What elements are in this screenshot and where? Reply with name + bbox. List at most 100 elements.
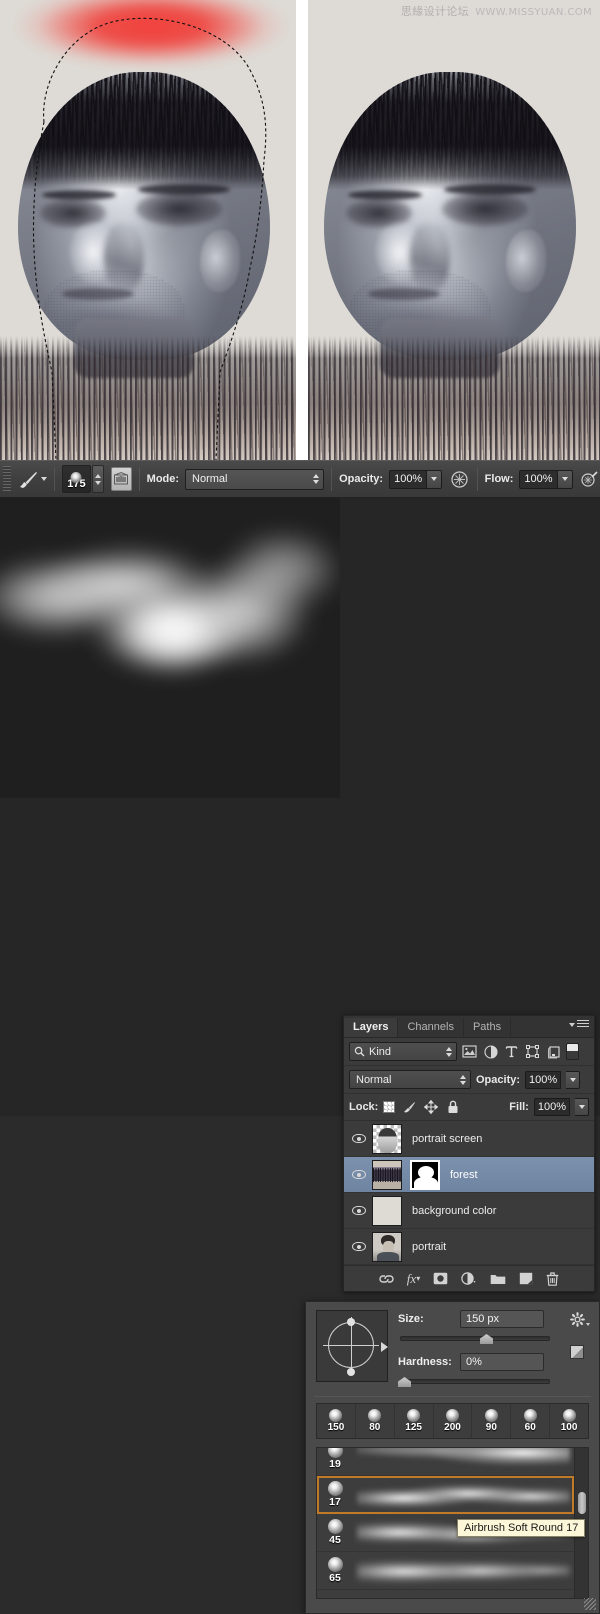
eye-icon	[352, 1170, 366, 1179]
opacity-field-group[interactable]: 100%	[389, 469, 443, 489]
filter-toggle-switch[interactable]	[566, 1043, 579, 1060]
preset-cell[interactable]: 80	[356, 1404, 395, 1438]
table-row[interactable]: portrait	[344, 1229, 594, 1265]
add-layer-mask-icon[interactable]	[433, 1272, 448, 1285]
tab-layers[interactable]: Layers	[344, 1018, 399, 1037]
preset-cell[interactable]: 90	[472, 1404, 512, 1438]
new-layer-icon[interactable]	[519, 1272, 533, 1285]
tab-paths[interactable]: Paths	[464, 1018, 512, 1037]
layer-opacity-dropdown[interactable]	[566, 1070, 581, 1089]
brush-stroke-preview	[353, 1592, 574, 1599]
new-group-icon[interactable]	[490, 1273, 506, 1285]
layers-panel[interactable]: Layers Channels Paths Kind Normal Opacit…	[343, 1015, 595, 1292]
table-row[interactable]: background color	[344, 1193, 594, 1229]
brush-size-slider[interactable]	[400, 1331, 550, 1345]
layer-visibility-toggle[interactable]	[346, 1134, 372, 1143]
layer-visibility-toggle[interactable]	[346, 1242, 372, 1251]
layer-list[interactable]: portrait screen forest background color	[344, 1121, 594, 1265]
fill-value[interactable]: 100%	[533, 1098, 570, 1116]
layer-opacity-value[interactable]: 100%	[525, 1070, 562, 1089]
brush-hardness-input[interactable]: 0%	[460, 1353, 544, 1371]
tablet-pressure-opacity-icon[interactable]	[449, 467, 470, 491]
brush-size-label: 65	[329, 1572, 341, 1585]
brush-hardness-slider[interactable]	[398, 1374, 550, 1388]
layer-style-fx-icon[interactable]: fx ▾	[407, 1271, 420, 1287]
brush-size-stepper[interactable]	[92, 465, 104, 493]
brush-stroke-preview	[353, 1448, 574, 1474]
smart-object-filter-icon[interactable]	[545, 1043, 562, 1060]
list-item[interactable]: 65	[317, 1552, 574, 1590]
layer-mask-preview[interactable]	[0, 498, 340, 798]
scrollbar-thumb[interactable]	[578, 1492, 586, 1514]
eye-icon	[352, 1206, 366, 1215]
new-fill-adjustment-icon[interactable]	[461, 1272, 477, 1285]
airbrush-icon[interactable]	[579, 467, 600, 491]
list-item[interactable]	[317, 1590, 574, 1599]
type-filter-icon[interactable]	[503, 1043, 520, 1060]
link-layers-icon[interactable]	[379, 1273, 394, 1285]
lock-position-icon[interactable]	[422, 1099, 439, 1116]
brush-tip-dot-icon	[70, 472, 82, 483]
preset-cell[interactable]: 200	[434, 1404, 473, 1438]
new-brush-preset-icon[interactable]	[570, 1345, 584, 1359]
options-bar-grip[interactable]	[3, 466, 11, 492]
preset-cell[interactable]: 60	[511, 1404, 551, 1438]
roundness-handle-bottom[interactable]	[347, 1368, 355, 1376]
brush-preset-picker-panel[interactable]: Size: 150 px Hardness: 0% 150 80 125 200…	[305, 1301, 600, 1614]
pixel-filter-icon[interactable]	[461, 1043, 478, 1060]
delete-layer-icon[interactable]	[546, 1271, 559, 1286]
brush-size-preview[interactable]: 175	[61, 465, 92, 493]
preset-cell[interactable]: 100	[550, 1404, 588, 1438]
layer-thumbnail[interactable]	[372, 1123, 402, 1154]
workspace-canvas[interactable]: Layers Channels Paths Kind Normal Opacit…	[0, 498, 600, 1614]
canvas-before[interactable]	[0, 0, 296, 460]
shape-filter-icon[interactable]	[524, 1043, 541, 1060]
brush-preset-caret[interactable]	[40, 477, 47, 481]
roundness-handle-top[interactable]	[347, 1318, 355, 1326]
lock-all-icon[interactable]	[444, 1099, 461, 1116]
watermark-url: WWW.MISSYUAN.COM	[475, 7, 592, 18]
adjustment-filter-icon[interactable]	[482, 1043, 499, 1060]
panel-resize-grip[interactable]	[584, 1598, 596, 1610]
layer-visibility-toggle[interactable]	[346, 1206, 372, 1215]
filter-kind-select[interactable]: Kind	[349, 1042, 457, 1061]
tab-channels[interactable]: Channels	[398, 1018, 464, 1037]
opacity-value: 100%	[389, 469, 428, 489]
list-item[interactable]: 19	[317, 1448, 574, 1476]
layer-thumbnail[interactable]	[372, 1195, 402, 1226]
layer-thumbnail[interactable]	[372, 1231, 402, 1262]
list-item[interactable]: 17	[317, 1476, 574, 1514]
lock-label: Lock:	[349, 1101, 379, 1113]
flow-dropdown-button[interactable]	[557, 469, 573, 489]
brush-panel-toggle-button[interactable]	[110, 467, 132, 491]
table-row[interactable]: portrait screen	[344, 1121, 594, 1157]
lock-transparent-pixels-icon[interactable]	[383, 1101, 396, 1113]
layer-visibility-toggle[interactable]	[346, 1170, 372, 1179]
layer-thumbnail[interactable]	[372, 1159, 402, 1190]
brush-angle-roundness-control[interactable]	[316, 1310, 388, 1382]
preset-size: 90	[485, 1422, 497, 1433]
layer-mask-thumbnail[interactable]	[410, 1159, 440, 1190]
brush-dot-icon	[562, 1409, 576, 1422]
lock-image-pixels-icon[interactable]	[400, 1099, 417, 1116]
table-row[interactable]: forest	[344, 1157, 594, 1193]
fill-dropdown[interactable]	[575, 1098, 589, 1116]
eye-icon	[352, 1134, 366, 1143]
brush-tool-icon[interactable]	[15, 466, 41, 492]
settings-gear-icon[interactable]	[569, 1312, 590, 1327]
canvas-after[interactable]	[308, 0, 600, 460]
blend-mode-select[interactable]: Normal	[185, 468, 325, 490]
preset-cell[interactable]: 125	[395, 1404, 434, 1438]
opacity-dropdown-button[interactable]	[427, 469, 443, 489]
layer-blend-mode-select[interactable]: Normal	[349, 1070, 471, 1089]
preset-size: 60	[524, 1422, 536, 1433]
brush-dot-icon	[368, 1409, 382, 1422]
preset-cell[interactable]: 150	[317, 1404, 356, 1438]
brush-stroke-preview	[353, 1554, 574, 1588]
panel-menu-button[interactable]	[569, 1020, 589, 1029]
portrait-artwork-after	[308, 0, 600, 460]
flow-field-group[interactable]: 100%	[519, 469, 573, 489]
brush-stroke-preview	[353, 1478, 574, 1512]
brush-size-input[interactable]: 150 px	[460, 1310, 544, 1328]
brush-size-preset-strip[interactable]: 150 80 125 200 90 60 100	[316, 1403, 589, 1439]
